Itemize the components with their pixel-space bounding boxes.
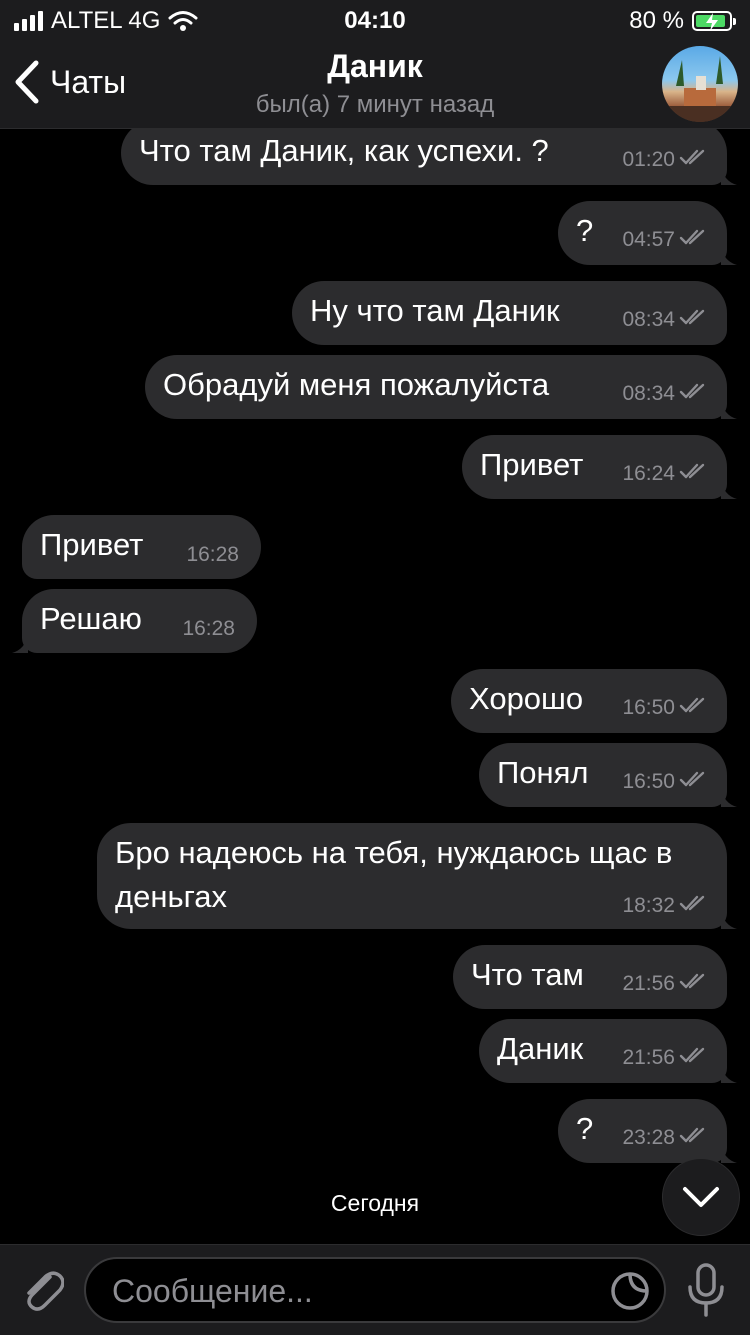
message-text: Решаю bbox=[40, 601, 142, 636]
message-text: ? bbox=[576, 1111, 594, 1146]
message-text: Что там bbox=[471, 957, 584, 992]
message-bubble[interactable]: ? 23:28 bbox=[558, 1099, 737, 1163]
sticker-icon bbox=[611, 1272, 649, 1310]
chat-header: Чаты Даник был(а) 7 минут назад bbox=[0, 40, 750, 129]
message-text: Хорошо bbox=[469, 681, 584, 716]
message-meta: 16:28 bbox=[186, 543, 239, 567]
status-bar: ALTEL 4G 04:10 80 % bbox=[0, 0, 750, 40]
message-meta: 08:34 bbox=[622, 381, 709, 407]
message-bubble[interactable]: Что там 21:56 bbox=[453, 945, 727, 1009]
battery-percent: 80 % bbox=[629, 7, 684, 34]
message-time: 21:56 bbox=[622, 1046, 675, 1069]
message-time: 08:34 bbox=[622, 382, 675, 405]
double-check-icon bbox=[679, 461, 709, 487]
double-check-icon bbox=[679, 147, 709, 173]
message-text: Что там Даник, как успехи. ? bbox=[139, 133, 549, 168]
message-text: Привет bbox=[480, 447, 584, 482]
message-bubble[interactable]: Обрадуй меня пожалуйста 08:34 bbox=[145, 355, 737, 419]
sticker-button[interactable] bbox=[610, 1271, 650, 1316]
message-meta: 18:32 bbox=[622, 893, 709, 919]
avatar-image bbox=[662, 56, 738, 122]
message-bubble-incoming[interactable]: Решаю 16:28 bbox=[12, 589, 257, 653]
double-check-icon bbox=[679, 307, 709, 333]
avatar[interactable] bbox=[662, 46, 738, 122]
message-text: Понял bbox=[497, 755, 589, 790]
message-time: 23:28 bbox=[622, 1126, 675, 1149]
message-meta: 16:50 bbox=[622, 695, 709, 721]
message-time: 08:34 bbox=[622, 308, 675, 331]
double-check-icon bbox=[679, 381, 709, 407]
message-bubble[interactable]: Хорошо 16:50 bbox=[451, 669, 727, 733]
chevron-down-icon bbox=[683, 1187, 719, 1207]
message-time: 16:28 bbox=[186, 543, 239, 566]
message-bubble[interactable]: Даник 21:56 bbox=[479, 1019, 737, 1083]
paperclip-icon bbox=[27, 1271, 65, 1311]
message-text: Даник bbox=[497, 1031, 584, 1066]
double-check-icon bbox=[679, 769, 709, 795]
message-time: 21:56 bbox=[622, 972, 675, 995]
message-meta: 21:56 bbox=[622, 971, 709, 997]
date-separator: Сегодня bbox=[330, 1190, 420, 1216]
message-meta: 16:50 bbox=[622, 769, 709, 795]
message-text: Обрадуй меня пожалуйста bbox=[163, 367, 550, 402]
message-time: 16:28 bbox=[182, 617, 235, 640]
battery-icon bbox=[692, 11, 736, 31]
message-time: 16:50 bbox=[622, 696, 675, 719]
message-bubble[interactable]: Ну что там Даник 08:34 bbox=[292, 281, 727, 345]
microphone-icon bbox=[688, 1263, 724, 1317]
message-meta: 04:57 bbox=[622, 227, 709, 253]
message-meta: 16:24 bbox=[622, 461, 709, 487]
message-bubble[interactable]: ? 04:57 bbox=[558, 201, 737, 265]
status-right: 80 % bbox=[629, 7, 736, 35]
message-meta: 08:34 bbox=[622, 307, 709, 333]
message-time: 01:20 bbox=[622, 148, 675, 171]
message-time: 04:57 bbox=[622, 228, 675, 251]
message-bubble[interactable]: Что там Даник, как успехи. ? 01:20 bbox=[121, 129, 737, 185]
message-meta: 23:28 bbox=[622, 1125, 709, 1151]
microphone-button[interactable] bbox=[686, 1263, 726, 1322]
double-check-icon bbox=[679, 1045, 709, 1071]
message-time: 16:50 bbox=[622, 770, 675, 793]
message-meta: 01:20 bbox=[622, 147, 709, 173]
scroll-down-button[interactable] bbox=[662, 1158, 740, 1236]
chat-title[interactable]: Даник bbox=[0, 48, 750, 85]
message-text: Ну что там Даник bbox=[310, 293, 560, 328]
message-text: Привет bbox=[40, 527, 144, 562]
attach-button[interactable] bbox=[20, 1265, 65, 1318]
message-meta: 21:56 bbox=[622, 1045, 709, 1071]
message-input[interactable] bbox=[110, 1269, 594, 1313]
double-check-icon bbox=[679, 1125, 709, 1151]
message-bubble-incoming[interactable]: Привет 16:28 bbox=[22, 515, 261, 579]
double-check-icon bbox=[679, 695, 709, 721]
double-check-icon bbox=[679, 893, 709, 919]
double-check-icon bbox=[679, 971, 709, 997]
message-list[interactable]: Что там Даник, как успехи. ? 01:20 ? 04:… bbox=[0, 129, 750, 1243]
message-bubble[interactable]: Понял 16:50 bbox=[479, 743, 737, 807]
message-field[interactable] bbox=[84, 1257, 666, 1323]
message-time: 16:24 bbox=[622, 462, 675, 485]
message-time: 18:32 bbox=[622, 894, 675, 917]
message-text: ? bbox=[576, 213, 594, 248]
composer-bar bbox=[0, 1244, 750, 1335]
message-bubble[interactable]: Привет 16:24 bbox=[462, 435, 737, 499]
double-check-icon bbox=[679, 227, 709, 253]
message-meta: 16:28 bbox=[182, 617, 235, 641]
message-bubble[interactable]: Бро надеюсь на тебя, нуждаюсь щас в день… bbox=[97, 823, 737, 929]
title-block: Даник был(а) 7 минут назад bbox=[0, 48, 750, 119]
